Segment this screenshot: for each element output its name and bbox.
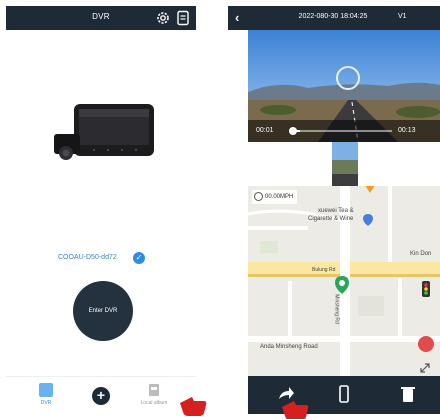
tab-local-album-label: Local album [140,400,168,406]
video-timestamp: 2022-080-30 18:04:25 [298,13,368,20]
dvr-home-screen: DVR COOAU-D50-dd72 ✓ Enter DVR DVR + Loc… [6,6,196,414]
pointing-hand-icon [180,397,207,416]
speedometer-icon [254,191,263,201]
map-label-road3: Anda Minsheng Road [260,344,318,350]
tab-dvr[interactable]: DVR [22,381,70,413]
map-label-road2: Minsheng Rd [333,294,340,324]
phone-icon[interactable] [334,384,354,404]
document-icon[interactable] [176,10,190,26]
map-label-shop: xuewei Tea & [318,208,354,214]
screenshot-root: DVR COOAU-D50-dd72 ✓ Enter DVR DVR + Loc… [0,0,440,419]
seek-handle[interactable] [289,127,297,135]
map-label-road1: Bulung Rd [312,267,336,273]
device-row[interactable]: COOAU-D50-dd72 ✓ [58,252,188,266]
plus-icon[interactable]: + [92,387,110,405]
traffic-light-icon [422,281,430,297]
expand-icon[interactable] [420,363,430,373]
poi-pin-icon [363,214,373,226]
speed-readout: 00.00MPH [252,190,298,204]
camera-icon [39,383,53,397]
seek-bar[interactable] [289,127,392,135]
gear-icon[interactable] [155,10,171,26]
back-icon[interactable]: ‹ [235,10,239,25]
pointing-hand-icon [282,401,309,419]
video-tag: V1 [398,13,407,20]
device-name: COOAU-D50-dd72 [58,254,117,261]
end-time: 00:13 [398,127,416,134]
restaurant-pin-icon [418,336,434,352]
video-thumbnail[interactable] [332,142,358,186]
playback-header: ‹ 2022-080-30 18:04:25 V1 [228,6,440,30]
tab-dvr-label: DVR [40,400,52,406]
gps-map[interactable]: 00.00MPH xuewei Tea & Cigarette & Wine K… [248,186,440,376]
check-icon: ✓ [133,252,145,264]
video-playback-screen: ‹ 2022-080-30 18:04:25 V1 00:01 00:13 00… [228,6,440,414]
player-controls: 00:01 00:13 [248,120,440,142]
speed-value: 00.00MPH [265,194,294,200]
play-icon[interactable] [336,66,360,90]
album-icon [149,384,159,396]
heading-arrow-icon [365,186,375,193]
trash-icon[interactable] [398,384,418,404]
bottom-tabbar: DVR + Local album [6,376,196,414]
current-time: 00:01 [256,127,274,134]
seek-progress [289,127,300,135]
dashcam-image [54,104,154,160]
app-header: DVR [6,6,196,30]
map-label-shop2: Cigarette & Wine [308,216,354,222]
enter-dvr-button[interactable]: Enter DVR [73,281,133,341]
location-pin-icon [335,276,349,294]
tab-local-album[interactable]: Local album [130,381,178,413]
map-label-kin: Kin Don [410,251,432,257]
playback-toolbar [248,376,440,414]
